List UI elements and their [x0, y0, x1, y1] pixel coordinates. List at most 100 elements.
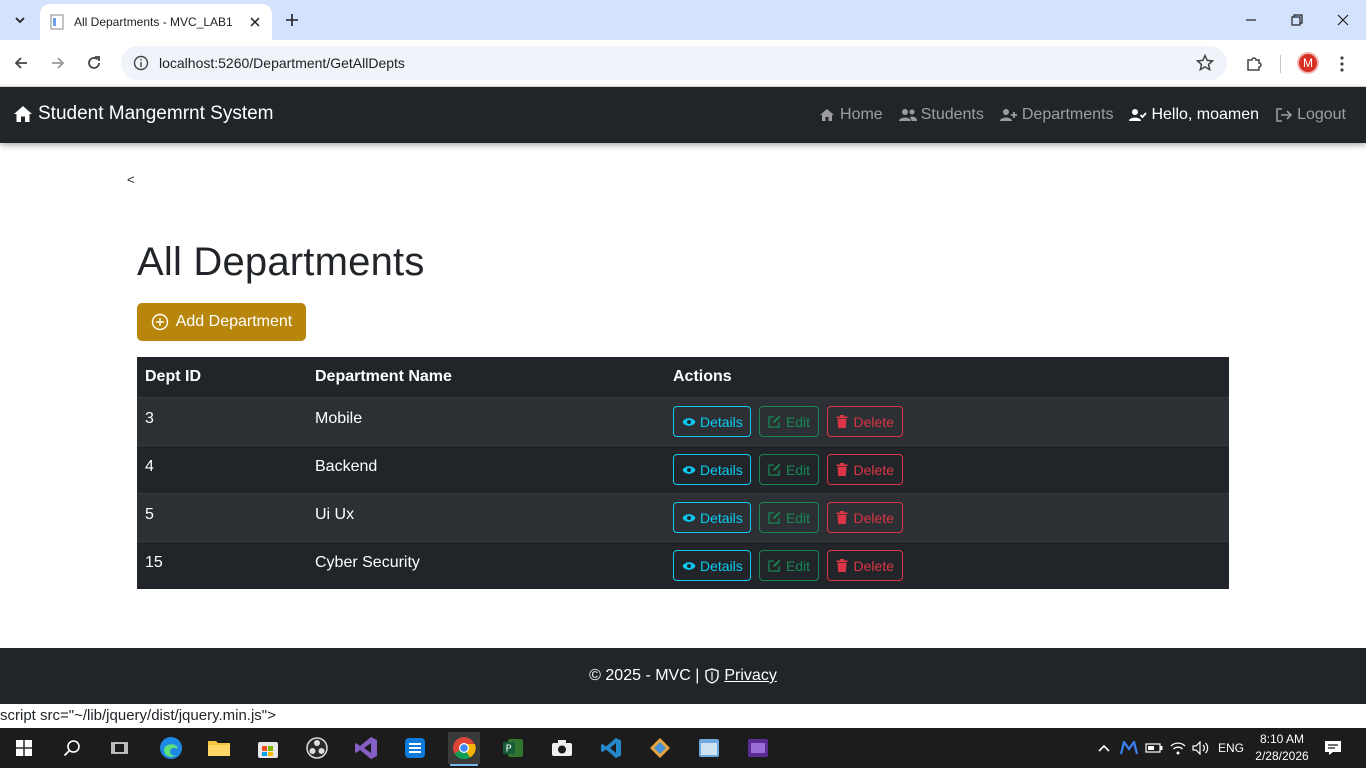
toolbar-divider — [1280, 55, 1281, 73]
minimize-button[interactable] — [1228, 0, 1274, 40]
tray-app-icon[interactable] — [1120, 728, 1138, 768]
nav-link-label: Departments — [1021, 106, 1114, 123]
nav-link-departments[interactable]: Departments — [999, 106, 1114, 124]
edit-button[interactable]: Edit — [759, 502, 819, 533]
details-button[interactable]: Details — [673, 454, 751, 485]
details-button[interactable]: Details — [673, 550, 751, 581]
browser-menu-button[interactable] — [1336, 52, 1348, 76]
search-icon — [63, 740, 80, 757]
app-blue-icon — [405, 738, 425, 758]
taskbar-obs[interactable] — [301, 732, 333, 764]
taskbar-project[interactable]: P — [497, 732, 529, 764]
reload-button[interactable] — [81, 50, 107, 76]
eye-icon — [682, 511, 696, 525]
url-text[interactable]: localhost:5260/Department/GetAllDepts — [159, 55, 1195, 71]
delete-button[interactable]: Delete — [827, 502, 903, 533]
delete-button[interactable]: Delete — [827, 406, 903, 437]
add-department-label: Add Department — [175, 313, 293, 330]
home-icon — [818, 107, 836, 123]
tab-search-button[interactable] — [6, 6, 34, 34]
restore-icon — [1291, 14, 1303, 26]
nav-link-students[interactable]: Students — [898, 106, 984, 124]
edit-icon — [768, 511, 782, 525]
minimize-icon — [1246, 19, 1256, 21]
logout-link[interactable]: Logout — [1275, 106, 1346, 124]
edit-button[interactable]: Edit — [759, 550, 819, 581]
taskbar-search-button[interactable] — [56, 732, 88, 764]
user-plus-icon — [999, 107, 1018, 123]
volume-indicator[interactable] — [1192, 728, 1210, 768]
profile-avatar[interactable]: M — [1297, 52, 1319, 74]
details-button[interactable]: Details — [673, 502, 751, 533]
project-icon: P — [503, 739, 523, 757]
windows-taskbar: P ENG 8:10 AM 2/28/2026 — [0, 728, 1366, 768]
notification-icon — [1325, 741, 1341, 755]
taskbar-store[interactable] — [252, 732, 284, 764]
trash-icon — [836, 415, 850, 429]
header-dept-id: Dept ID — [145, 368, 201, 385]
taskbar-edge[interactable] — [155, 732, 187, 764]
actions-cell: Details Edit Delete — [673, 494, 903, 541]
taskbar-app-blue[interactable] — [399, 732, 431, 764]
taskbar-app-diamond[interactable] — [644, 732, 676, 764]
edit-button[interactable]: Edit — [759, 406, 819, 437]
taskbar-chrome[interactable] — [448, 732, 480, 766]
privacy-label: Privacy — [724, 667, 777, 684]
taskbar-camera[interactable] — [546, 732, 578, 764]
brand-text: Student Mangemrnt System — [38, 103, 274, 124]
reload-icon — [88, 56, 100, 69]
table-row: 5 Ui Ux Details Edit Delete — [137, 493, 1229, 541]
tab-close-icon[interactable] — [246, 13, 264, 31]
edit-label: Edit — [785, 509, 810, 526]
trash-icon — [836, 511, 850, 525]
speaker-icon — [1192, 741, 1209, 755]
new-tab-button[interactable] — [280, 8, 304, 32]
taskbar-file-explorer[interactable] — [203, 732, 235, 764]
taskbar-app-window[interactable] — [693, 732, 725, 764]
logout-label: Logout — [1297, 106, 1346, 123]
trash-icon — [836, 463, 850, 477]
address-bar[interactable]: localhost:5260/Department/GetAllDepts — [121, 46, 1227, 80]
arrow-right-icon — [52, 57, 65, 69]
actions-cell: Details Edit Delete — [673, 542, 903, 589]
forward-button[interactable] — [45, 50, 71, 76]
wifi-icon — [1170, 742, 1186, 755]
privacy-link[interactable]: Privacy — [705, 667, 777, 685]
taskbar-app-purple[interactable] — [742, 732, 774, 764]
taskbar-visual-studio[interactable] — [350, 732, 382, 764]
table-header-row: Dept ID Department Name Actions — [137, 357, 1229, 397]
taskbar-clock[interactable]: 8:10 AM 2/28/2026 — [1252, 731, 1312, 765]
tab-title: All Departments - MVC_LAB1 — [74, 15, 233, 29]
add-department-button[interactable]: Add Department — [137, 303, 306, 341]
taskbar-vscode[interactable] — [595, 732, 627, 764]
back-button[interactable] — [8, 50, 34, 76]
browser-toolbar: localhost:5260/Department/GetAllDepts M — [0, 40, 1366, 87]
bookmark-star-icon[interactable] — [1195, 53, 1215, 73]
battery-indicator[interactable] — [1145, 728, 1163, 768]
windows-start-button[interactable] — [8, 732, 40, 764]
extensions-button[interactable] — [1242, 52, 1266, 76]
logout-icon — [1275, 107, 1293, 123]
window-close-button[interactable] — [1320, 0, 1366, 40]
obs-icon — [306, 737, 328, 759]
user-greeting: Hello, moamen — [1129, 106, 1259, 124]
browser-tab[interactable]: All Departments - MVC_LAB1 — [40, 4, 272, 40]
user-greeting-text: Hello, moamen — [1151, 106, 1260, 123]
delete-button[interactable]: Delete — [827, 550, 903, 581]
input-language[interactable]: ENG — [1218, 728, 1244, 768]
site-info-icon[interactable] — [133, 55, 149, 71]
network-indicator[interactable] — [1170, 728, 1186, 768]
restore-button[interactable] — [1274, 0, 1320, 40]
stray-text: < — [127, 172, 135, 187]
edit-button[interactable]: Edit — [759, 454, 819, 485]
dept-id-cell: 3 — [145, 410, 154, 427]
details-button[interactable]: Details — [673, 406, 751, 437]
task-view-button[interactable] — [104, 732, 136, 764]
header-actions: Actions — [673, 368, 732, 385]
brand-link[interactable]: Student Mangemrnt System — [13, 103, 274, 125]
delete-button[interactable]: Delete — [827, 454, 903, 485]
plus-circle-icon — [151, 313, 169, 331]
show-hidden-icons-button[interactable] — [1097, 728, 1111, 768]
nav-link-home[interactable]: Home — [818, 106, 883, 124]
notification-center-button[interactable] — [1324, 728, 1342, 768]
